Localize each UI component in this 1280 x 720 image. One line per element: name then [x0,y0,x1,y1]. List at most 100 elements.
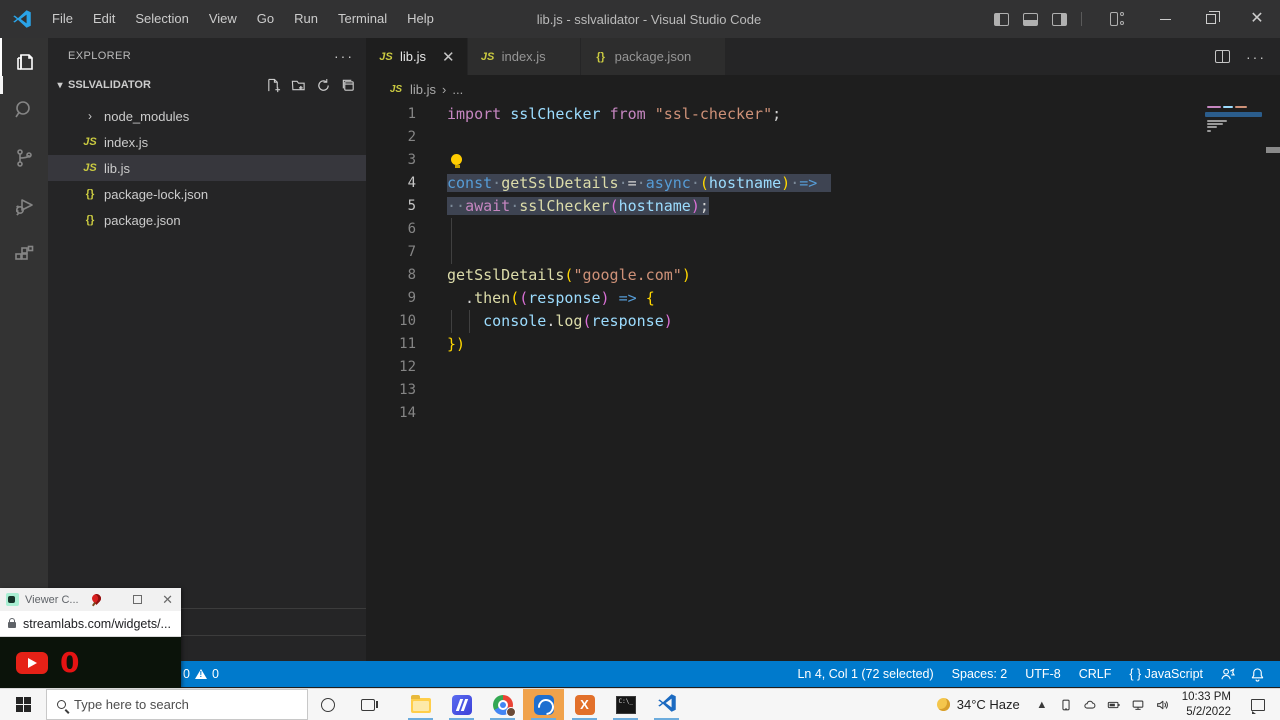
file-row-index.js[interactable]: JSindex.js [48,129,366,155]
lightbulb-icon[interactable] [451,154,463,168]
onedrive-icon[interactable] [1078,698,1102,712]
section-chevron-icon[interactable]: ▾ [52,80,68,91]
code-line[interactable]: 10 console.log(response) [366,310,1280,333]
folder-chevron-icon: › [82,109,98,123]
menu-help[interactable]: Help [397,0,444,38]
code-line[interactable]: 1import sslChecker from "ssl-checker"; [366,103,1280,126]
tab-index.js[interactable]: JSindex.js [468,38,581,75]
taskbar-app-chrome[interactable] [482,689,523,720]
overlay-maximize-icon[interactable] [133,595,142,604]
weather-icon [937,698,950,711]
toggle-sidebar-icon[interactable] [994,13,1009,26]
explorer-icon[interactable] [0,38,48,86]
file-row-lib.js[interactable]: JSlib.js [48,155,366,181]
status-cursor-position[interactable]: Ln 4, Col 1 (72 selected) [788,661,942,687]
code-editor[interactable]: 1import sslChecker from "ssl-checker";23… [366,103,1280,661]
overlay-url[interactable]: streamlabs.com/widgets/... [23,617,171,631]
weather-widget[interactable]: 34°C Haze [927,697,1030,712]
split-editor-icon[interactable] [1215,50,1230,63]
feedback-icon[interactable] [1212,661,1242,687]
menu-terminal[interactable]: Terminal [328,0,397,38]
workspace-name[interactable]: SSLVALIDATOR [68,79,151,91]
status-indentation[interactable]: Spaces: 2 [943,661,1017,687]
viewer-count-window: Viewer C... ✕ streamlabs.com/widgets/...… [0,588,181,688]
code-line[interactable]: 9 .then((response) => { [366,287,1280,310]
file-row-node_modules[interactable]: ›node_modules [48,103,366,129]
network-icon[interactable] [1126,698,1150,712]
explorer-more-actions-icon[interactable]: ··· [334,48,354,64]
extensions-icon[interactable] [0,230,48,278]
breadcrumb-file[interactable]: lib.js [410,82,436,97]
taskbar-app-cmd[interactable]: C:\_ [605,689,646,720]
code-line[interactable]: 4const·getSslDetails·=·async·(hostname)·… [366,172,1280,195]
status-eol-sequence[interactable]: CRLF [1070,661,1121,687]
volume-icon[interactable] [1150,698,1174,712]
minimize-button[interactable] [1142,0,1188,38]
js-file-icon: JS [388,84,404,95]
code-line[interactable]: 2 [366,126,1280,149]
menu-file[interactable]: File [42,0,83,38]
line-number: 9 [366,287,416,310]
tab-lib.js[interactable]: JSlib.js✕ [366,38,468,75]
run-debug-icon[interactable] [0,182,48,230]
your-phone-icon[interactable] [1054,698,1078,712]
toggle-panel-icon[interactable] [1023,13,1038,26]
action-center-button[interactable] [1241,699,1275,711]
taskbar-app-vscode[interactable] [646,689,687,720]
cortana-button[interactable] [308,689,348,720]
status-encoding[interactable]: UTF-8 [1016,661,1069,687]
editor-more-actions-icon[interactable]: ··· [1246,49,1266,65]
minimap[interactable] [1205,106,1262,136]
customize-layout-icon[interactable] [1110,12,1124,26]
menu-run[interactable]: Run [284,0,328,38]
js-file-icon: JS [378,51,394,63]
problems-indicator[interactable]: 0 0 [183,661,219,687]
pin-icon[interactable] [91,594,103,606]
code-line[interactable]: 13 [366,379,1280,402]
search-icon[interactable] [0,86,48,134]
overlay-close-icon[interactable]: ✕ [162,592,173,608]
menu-edit[interactable]: Edit [83,0,125,38]
code-line[interactable]: 5··await·sslChecker(hostname); [366,195,1280,218]
taskbar-clock[interactable]: 10:33 PM 5/2/2022 [1174,690,1241,719]
tray-overflow-icon[interactable]: ▲ [1030,699,1054,711]
file-row-package-lock.json[interactable]: {}package-lock.json [48,181,366,207]
battery-icon[interactable] [1102,698,1126,712]
taskbar-search-input[interactable]: Type here to search [46,689,308,720]
code-line[interactable]: 14 [366,402,1280,425]
toggle-secondary-sidebar-icon[interactable] [1052,13,1067,26]
tab-close-icon[interactable]: ✕ [442,48,455,66]
refresh-icon[interactable] [316,78,331,93]
start-button[interactable] [0,689,46,720]
task-view-button[interactable] [348,689,388,720]
new-file-icon[interactable] [266,78,281,93]
code-line[interactable]: 12 [366,356,1280,379]
close-button[interactable]: ✕ [1234,0,1280,38]
menu-selection[interactable]: Selection [125,0,198,38]
scrollbar-thumb[interactable] [1266,147,1280,153]
code-line[interactable]: 6 [366,218,1280,241]
menu-go[interactable]: Go [247,0,284,38]
collapse-folders-icon[interactable] [341,78,356,93]
explorer-title: EXPLORER [68,50,131,62]
taskbar-app-xampp[interactable]: X [564,689,605,720]
status-language-mode[interactable]: { } JavaScript [1120,661,1212,687]
breadcrumb[interactable]: JS lib.js › ... [366,75,1280,103]
tab-package.json[interactable]: {}package.json [581,38,727,75]
new-folder-icon[interactable] [291,78,306,93]
restore-button[interactable] [1188,0,1234,38]
breadcrumb-more[interactable]: ... [452,82,463,97]
taskbar-app-file-explorer[interactable] [400,689,441,720]
code-line[interactable]: 11}) [366,333,1280,356]
overlay-titlebar[interactable]: Viewer C... ✕ [0,588,181,611]
source-control-icon[interactable] [0,134,48,182]
code-line[interactable]: 3 [366,149,1280,172]
overlay-address-bar[interactable]: streamlabs.com/widgets/... [0,611,181,637]
menu-view[interactable]: View [199,0,247,38]
taskbar-app-m-app[interactable] [441,689,482,720]
code-line[interactable]: 8getSslDetails("google.com") [366,264,1280,287]
notifications-bell-icon[interactable] [1242,661,1272,687]
taskbar-app-streamlabs[interactable] [523,689,564,720]
code-line[interactable]: 7 [366,241,1280,264]
file-row-package.json[interactable]: {}package.json [48,207,366,233]
